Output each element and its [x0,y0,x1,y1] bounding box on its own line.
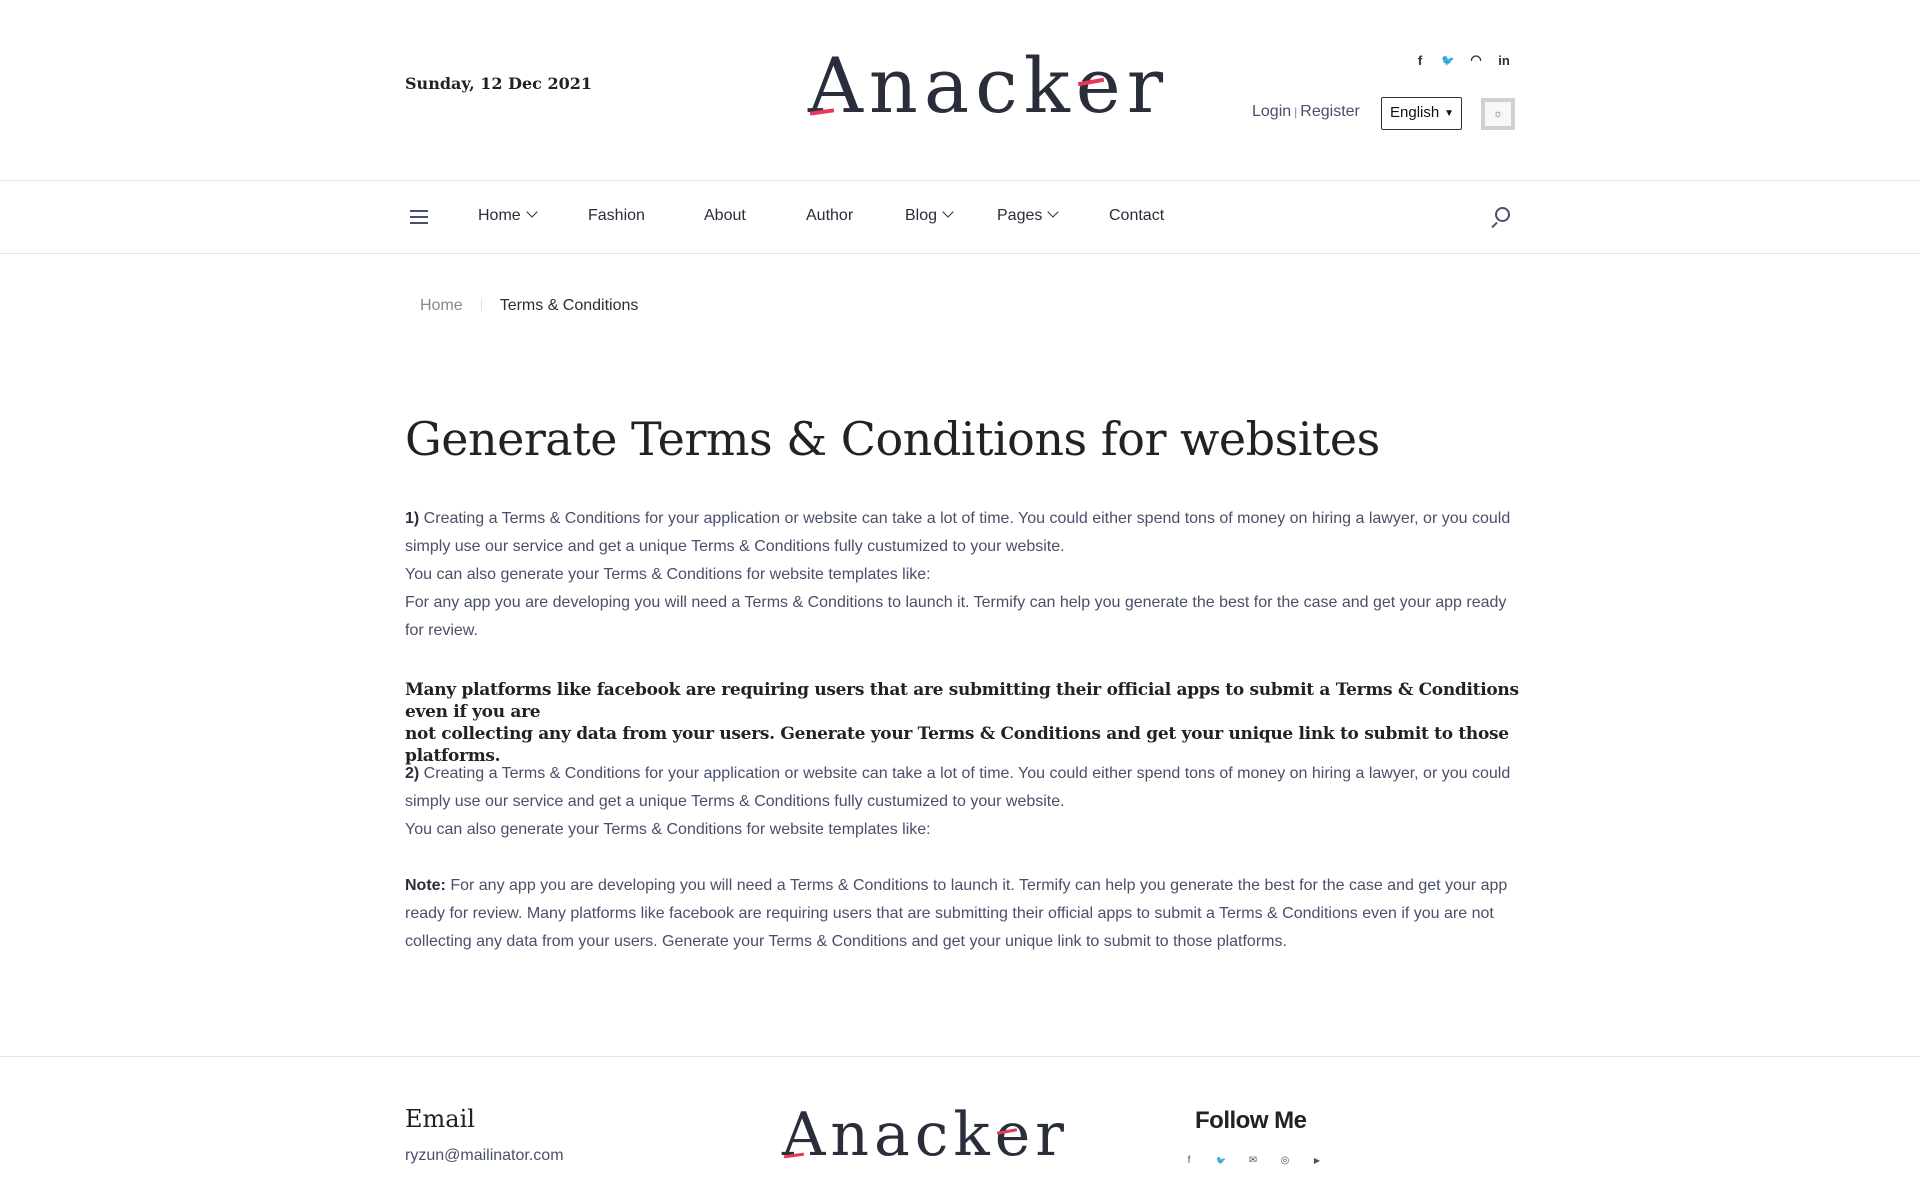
logo-letter-e: e [1075,41,1127,130]
main-nav: Home Fashion About Author Blog Pages Con… [0,181,1920,254]
header-social-links: f 🐦 ◠ in [1412,52,1512,68]
logo-letter-e: e [994,1100,1036,1170]
nav-item-pages[interactable]: Pages [997,206,1060,225]
twitter-icon[interactable]: 🐦 [1440,52,1456,68]
paragraph-text: You can also generate your Terms & Condi… [405,566,931,583]
paragraph-text: for review. [405,622,478,639]
paragraph-text: For any app you are developing you will … [405,594,1507,611]
breadcrumb-separator [480,299,482,311]
paragraph-text: Creating a Terms & Conditions for your a… [419,510,1511,527]
rss-icon[interactable]: ◠ [1468,52,1484,68]
paragraph-number: 1) [405,510,420,527]
site-logo[interactable]: Anacker [808,48,1169,124]
nav-item-home[interactable]: Home [478,206,538,225]
footer-email-link[interactable]: ryzun@mailinator.com [405,1147,564,1165]
language-select[interactable]: English ▼ [1381,97,1462,130]
search-icon[interactable] [1490,207,1510,229]
note-label: Note: [405,877,446,894]
nav-item-about[interactable]: About [704,207,746,225]
chevron-down-icon [942,206,954,218]
footer-logo[interactable]: Anacker [782,1105,1069,1165]
youtube-icon[interactable]: ▶ [1309,1152,1325,1168]
nav-item-label: Fashion [588,207,645,224]
mail-icon[interactable]: ✉ [1245,1152,1261,1168]
nav-item-author[interactable]: Author [806,207,853,225]
auth-separator: | [1294,105,1298,119]
footer: Email ryzun@mailinator.com Anacker Follo… [0,1056,1920,1200]
paragraph-text: For any app you are developing you will … [445,877,1508,894]
logo-letter-a: A [782,1100,831,1170]
instagram-icon[interactable]: ◎ [1277,1152,1293,1168]
paragraph-text: simply use our service and get a unique … [405,793,1065,810]
footer-email-heading: Email [405,1105,475,1133]
auth-links: Login | Register [1252,103,1360,121]
breadcrumb-current: Terms & Conditions [499,297,639,314]
menu-icon[interactable] [410,210,428,224]
paragraph-1: 1) Creating a Terms & Conditions for you… [405,505,1517,645]
facebook-icon[interactable]: f [1412,52,1428,68]
paragraph-text: You can also generate your Terms & Condi… [405,821,931,838]
paragraph-2: 2) Creating a Terms & Conditions for you… [405,760,1517,844]
page-title: Generate Terms & Conditions for websites [405,412,1380,466]
paragraph-text: ready for review. Many platforms like fa… [405,905,1494,922]
chevron-down-icon [526,206,538,218]
footer-follow-heading: Follow Me [1195,1107,1307,1134]
nav-item-label: About [704,207,746,224]
login-link[interactable]: Login [1252,103,1291,120]
note-paragraph: Note: For any app you are developing you… [405,872,1517,956]
nav-item-contact[interactable]: Contact [1109,207,1164,225]
chevron-down-icon [1047,206,1060,218]
linkedin-icon[interactable]: in [1496,52,1512,68]
footer-social-links: f 🐦 ✉ ◎ ▶ [1181,1152,1325,1168]
paragraph-number: 2) [405,765,420,782]
logo-letters-mid: nack [830,1100,995,1170]
nav-item-fashion[interactable]: Fashion [588,207,645,225]
current-date: Sunday, 12 Dec 2021 [405,74,593,93]
logo-letters-mid: nack [868,41,1076,130]
highlight-text: Many platforms like facebook are requiri… [405,680,1519,722]
paragraph-text: simply use our service and get a unique … [405,538,1065,555]
language-selected: English [1390,104,1440,121]
nav-item-label: Author [806,207,854,224]
nav-item-label: Pages [997,207,1043,224]
logo-letter-a: A [808,41,869,130]
paragraph-text: Creating a Terms & Conditions for your a… [419,765,1511,782]
nav-item-label: Contact [1109,207,1165,224]
logo-letter-end: r [1126,41,1170,130]
logo-letter-end: r [1035,1100,1069,1170]
highlight-paragraph: Many platforms like facebook are requiri… [405,679,1520,767]
twitter-icon[interactable]: 🐦 [1213,1152,1229,1168]
theme-toggle-button[interactable]: ☼ [1481,98,1515,130]
nav-item-label: Blog [905,207,938,224]
chevron-down-icon: ▼ [1444,108,1454,119]
top-header: Sunday, 12 Dec 2021 Anacker f 🐦 ◠ in Log… [0,0,1920,181]
paragraph-text: collecting any data from your users. Gen… [405,933,1287,950]
breadcrumb: Home Terms & Conditions [420,297,638,315]
sun-icon: ☼ [1492,108,1504,120]
nav-item-blog[interactable]: Blog [905,206,954,225]
facebook-icon[interactable]: f [1181,1152,1197,1168]
register-link[interactable]: Register [1300,103,1360,120]
nav-item-label: Home [478,207,521,224]
breadcrumb-home[interactable]: Home [420,297,463,314]
